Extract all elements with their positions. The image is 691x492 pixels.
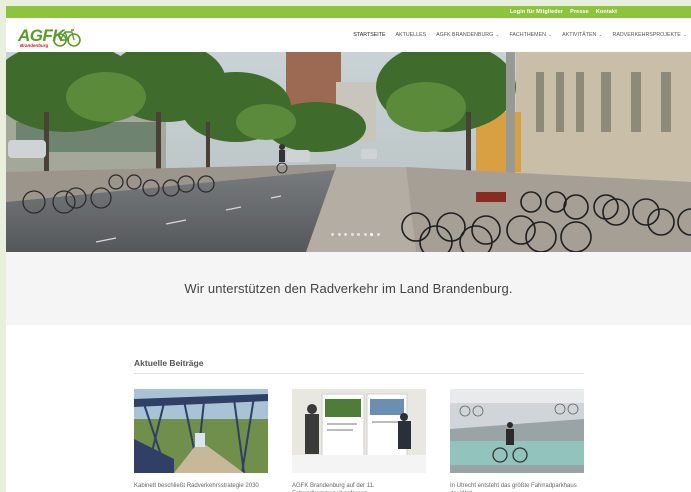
slider-pagination bbox=[331, 233, 383, 236]
site-logo[interactable]: AGFK Brandenburg bbox=[18, 27, 82, 49]
nav-item-aktuelles[interactable]: AKTUELLES bbox=[396, 32, 427, 38]
bicycle-logo-icon bbox=[53, 29, 81, 47]
slider-dot[interactable] bbox=[337, 233, 341, 236]
post-card[interactable]: AGFK Brandenburg auf der 11. Fahrradkomm… bbox=[292, 389, 426, 492]
top-utility-bar: Login für Mitglieder Presse Kontakt bbox=[6, 6, 691, 18]
contact-link[interactable]: Kontakt bbox=[596, 9, 617, 15]
page: Login für Mitglieder Presse Kontakt AGFK… bbox=[6, 6, 691, 492]
slider-dot[interactable] bbox=[370, 233, 373, 236]
nav-item-startseite[interactable]: STARTSEITE bbox=[353, 32, 385, 38]
recent-posts-section: Aktuelle Beiträge Kabinett beschließt Ra… bbox=[134, 358, 584, 492]
post-card[interactable]: Kabinett beschließt Radverkehrsstrategie… bbox=[134, 389, 268, 490]
post-thumbnail-bike-garage[interactable] bbox=[450, 389, 584, 473]
post-thumbnail-bridge[interactable] bbox=[134, 389, 268, 473]
chevron-down-icon: ⌄ bbox=[682, 32, 687, 38]
slider-dot[interactable] bbox=[344, 233, 347, 236]
post-title[interactable]: Kabinett beschließt Radverkehrsstrategie… bbox=[134, 482, 268, 490]
nav-item-label: FACHTHEMEN bbox=[509, 32, 546, 38]
nav-item-label: STARTSEITE bbox=[353, 32, 386, 38]
slider-dot[interactable] bbox=[363, 233, 367, 236]
tagline-section: Wir unterstützen den Radverkehr im Land … bbox=[6, 252, 691, 325]
post-title[interactable]: In Utrecht entsteht das größte Fahrradpa… bbox=[450, 482, 584, 492]
chevron-down-icon: ⌄ bbox=[495, 32, 500, 38]
slider-dot[interactable] bbox=[376, 233, 380, 236]
tagline-text: Wir unterstützen den Radverkehr im Land … bbox=[184, 281, 513, 296]
slider-dot[interactable] bbox=[357, 233, 360, 236]
slider-dot[interactable] bbox=[331, 233, 334, 236]
nav-item-radverkehrsprojekte[interactable]: RADVERKEHRSPROJEKTE ⌄ bbox=[613, 32, 688, 38]
logo-subtitle: Brandenburg bbox=[20, 43, 49, 48]
chevron-down-icon: ⌄ bbox=[598, 32, 603, 38]
slider-dot[interactable] bbox=[350, 233, 354, 236]
recent-posts-heading: Aktuelle Beiträge bbox=[134, 358, 204, 368]
section-divider bbox=[134, 373, 584, 374]
press-link[interactable]: Presse bbox=[570, 9, 589, 15]
nav-item-label: RADVERKEHRSPROJEKTE bbox=[612, 32, 681, 38]
nav-item-agfk-brandenburg[interactable]: AGFK BRANDENBURG ⌄ bbox=[436, 32, 499, 38]
nav-item-label: AGFK BRANDENBURG bbox=[436, 32, 494, 38]
login-link[interactable]: Login für Mitglieder bbox=[510, 9, 563, 15]
nav-item-label: AKTIVITÄTEN bbox=[562, 32, 597, 38]
hero-slider[interactable] bbox=[6, 52, 691, 252]
chevron-down-icon: ⌄ bbox=[547, 32, 553, 38]
post-card[interactable]: In Utrecht entsteht das größte Fahrradpa… bbox=[450, 389, 584, 492]
post-title[interactable]: AGFK Brandenburg auf der 11. Fahrradkomm… bbox=[292, 482, 426, 492]
primary-navigation: STARTSEITE AKTUELLES AGFK BRANDENBURG ⌄ FACH… bbox=[343, 18, 687, 52]
hero-photo-street-with-bicycles bbox=[6, 52, 691, 252]
post-thumbnail-conference[interactable] bbox=[292, 389, 426, 473]
main-header: AGFK Brandenburg STARTSEITE AKTUELLES AGFK… bbox=[6, 18, 691, 52]
nav-item-fachthemen[interactable]: FACHTHEMEN ⌄ bbox=[509, 32, 552, 38]
nav-item-aktivitäten[interactable]: AKTIVITÄTEN ⌄ bbox=[562, 32, 602, 38]
nav-item-label: AKTUELLES bbox=[395, 32, 427, 38]
